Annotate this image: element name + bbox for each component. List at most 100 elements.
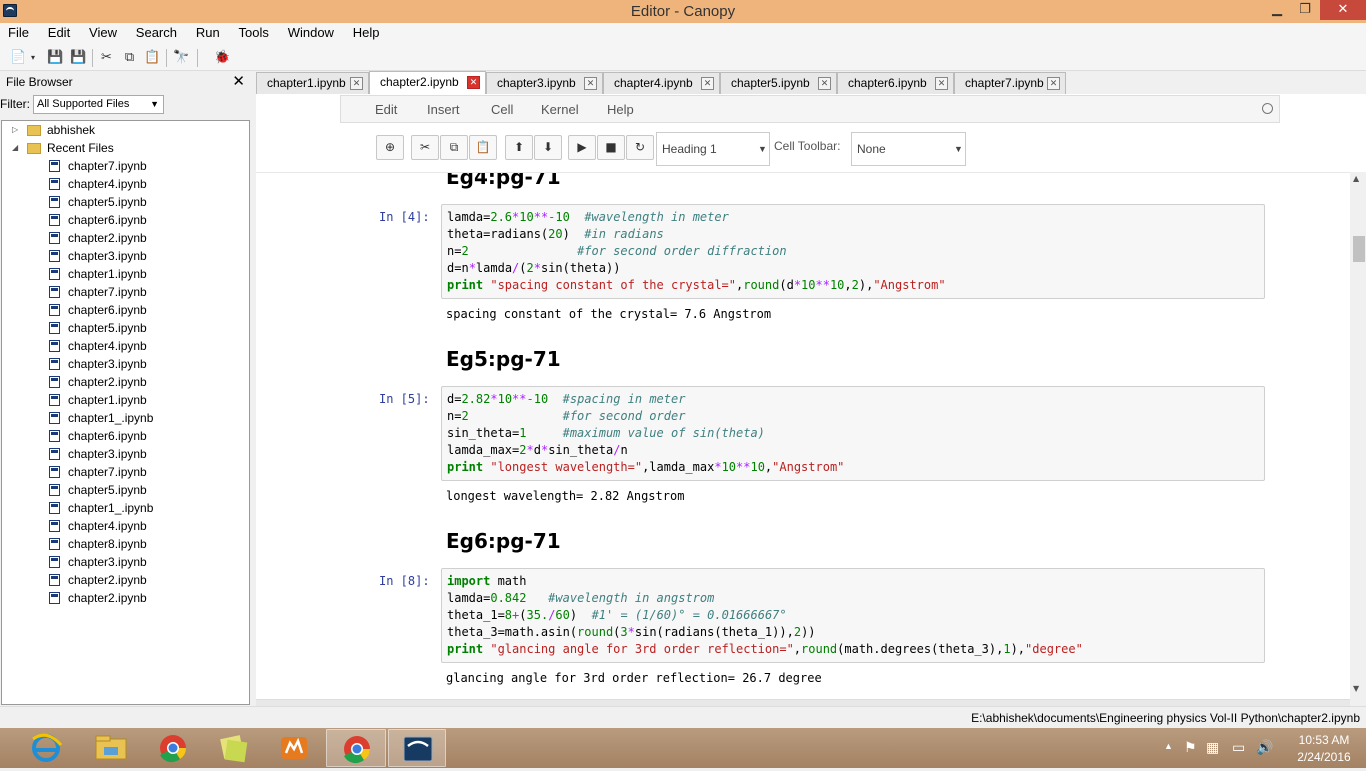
close-tab-icon[interactable]: ✕: [467, 76, 480, 89]
paste-icon[interactable]: 📋: [144, 49, 161, 66]
cell-toolbar-select[interactable]: None ▼: [851, 132, 966, 166]
collapsed-arrow-icon[interactable]: ▷: [12, 121, 18, 139]
nb-menu-edit[interactable]: Edit: [375, 102, 397, 117]
micromax-icon[interactable]: [265, 729, 323, 767]
tree-file[interactable]: chapter1.ipynb: [2, 265, 247, 283]
tree-file[interactable]: chapter1.ipynb: [2, 391, 247, 409]
tab-chapter7[interactable]: chapter7.ipynb ✕: [954, 72, 1066, 94]
filter-select[interactable]: All Supported Files ▼: [33, 95, 164, 114]
nb-menu-cell[interactable]: Cell: [491, 102, 513, 117]
tree-file[interactable]: chapter8.ipynb: [2, 535, 247, 553]
network-icon[interactable]: ▦: [1206, 739, 1219, 756]
tree-file[interactable]: chapter6.ipynb: [2, 301, 247, 319]
tree-file[interactable]: chapter4.ipynb: [2, 517, 247, 535]
move-down-icon[interactable]: ⬇: [534, 135, 562, 160]
vertical-scrollbar[interactable]: ▲ ▼: [1350, 172, 1366, 700]
tree-file[interactable]: chapter7.ipynb: [2, 283, 247, 301]
cut-cell-icon[interactable]: ✂: [411, 135, 439, 160]
tree-file[interactable]: chapter4.ipynb: [2, 337, 247, 355]
tree-file[interactable]: chapter3.ipynb: [2, 355, 247, 373]
menu-edit[interactable]: Edit: [41, 23, 77, 43]
nb-menu-kernel[interactable]: Kernel: [541, 102, 579, 117]
tree-file[interactable]: chapter4.ipynb: [2, 175, 247, 193]
tree-file[interactable]: chapter5.ipynb: [2, 481, 247, 499]
chrome-window-icon[interactable]: [326, 729, 386, 767]
tree-file[interactable]: chapter6.ipynb: [2, 211, 247, 229]
tab-chapter3[interactable]: chapter3.ipynb ✕: [486, 72, 603, 94]
file-browser-close-icon[interactable]: ✕: [232, 72, 245, 90]
scroll-up-icon[interactable]: ▲: [1353, 174, 1359, 183]
file-tree[interactable]: ▷ abhishek ◢ Recent Files chapter7.ipynb chap…: [1, 120, 250, 705]
menu-tools[interactable]: Tools: [232, 23, 276, 43]
debug-icon[interactable]: 🐞: [214, 49, 231, 66]
cell-type-select[interactable]: Heading 1 ▼: [656, 132, 770, 166]
code-cell[interactable]: import math lamda=0.842 #wavelength in an…: [441, 568, 1265, 663]
clock[interactable]: 10:53 AM 2/24/2016: [1284, 728, 1364, 768]
tree-file[interactable]: chapter3.ipynb: [2, 445, 247, 463]
menu-run[interactable]: Run: [189, 23, 227, 43]
close-tab-icon[interactable]: ✕: [701, 77, 714, 90]
close-tab-icon[interactable]: ✕: [584, 77, 597, 90]
add-cell-icon[interactable]: ⊕: [376, 135, 404, 160]
expanded-arrow-icon[interactable]: ◢: [12, 139, 18, 157]
find-icon[interactable]: 🔭: [173, 49, 190, 66]
sticky-notes-icon[interactable]: [204, 729, 262, 767]
cell-heading[interactable]: Eg4:pg-71: [446, 173, 561, 189]
notebook-content[interactable]: Eg4:pg-71 In [4]: lamda=2.6*10**-10 #wavel…: [256, 172, 1350, 700]
close-tab-icon[interactable]: ✕: [935, 77, 948, 90]
cell-heading[interactable]: Eg5:pg-71: [446, 347, 561, 371]
close-tab-icon[interactable]: ✕: [1047, 77, 1060, 90]
tree-folder[interactable]: ◢ Recent Files: [2, 139, 247, 157]
horizontal-scrollbar[interactable]: [256, 699, 1350, 706]
nb-menu-insert[interactable]: Insert: [427, 102, 460, 117]
tree-file[interactable]: chapter1_.ipynb: [2, 409, 247, 427]
tree-file[interactable]: chapter6.ipynb: [2, 427, 247, 445]
ie-icon[interactable]: [15, 729, 77, 767]
maximize-button[interactable]: ❐: [1291, 0, 1319, 20]
display-icon[interactable]: ▭: [1232, 739, 1245, 756]
tree-file[interactable]: chapter5.ipynb: [2, 193, 247, 211]
paste-cell-icon[interactable]: 📋: [469, 135, 497, 160]
copy-icon[interactable]: ⧉: [121, 49, 138, 66]
tree-file[interactable]: chapter3.ipynb: [2, 247, 247, 265]
save-icon[interactable]: 💾: [47, 49, 64, 66]
file-explorer-icon[interactable]: [80, 729, 142, 767]
tree-file[interactable]: chapter2.ipynb: [2, 373, 247, 391]
tree-file[interactable]: chapter2.ipynb: [2, 571, 247, 589]
tab-chapter2[interactable]: chapter2.ipynb ✕: [369, 71, 486, 95]
minimize-button[interactable]: ▁: [1263, 0, 1291, 20]
tab-chapter1[interactable]: chapter1.ipynb ✕: [256, 72, 369, 94]
tree-file[interactable]: chapter2.ipynb: [2, 229, 247, 247]
chrome-icon[interactable]: [142, 729, 204, 767]
canopy-taskbar-icon[interactable]: [388, 729, 446, 767]
save-all-icon[interactable]: 💾: [70, 49, 87, 66]
restart-kernel-icon[interactable]: ↻: [626, 135, 654, 160]
scroll-down-icon[interactable]: ▼: [1353, 684, 1359, 693]
tab-chapter4[interactable]: chapter4.ipynb ✕: [603, 72, 720, 94]
code-cell[interactable]: d=2.82*10**-10 #spacing in meter n=2 #for…: [441, 386, 1265, 481]
menu-file[interactable]: File: [1, 23, 36, 43]
copy-cell-icon[interactable]: ⧉: [440, 135, 468, 160]
close-window-button[interactable]: ✕: [1320, 0, 1366, 20]
nb-menu-help[interactable]: Help: [607, 102, 634, 117]
tree-file[interactable]: chapter3.ipynb: [2, 553, 247, 571]
tree-file[interactable]: chapter7.ipynb: [2, 463, 247, 481]
stop-kernel-icon[interactable]: ■: [597, 135, 625, 160]
cell-heading[interactable]: Eg6:pg-71: [446, 529, 561, 553]
close-tab-icon[interactable]: ✕: [818, 77, 831, 90]
tab-chapter5[interactable]: chapter5.ipynb ✕: [720, 72, 837, 94]
code-cell[interactable]: lamda=2.6*10**-10 #wavelength in meter th…: [441, 204, 1265, 299]
new-file-icon[interactable]: 📄: [10, 49, 27, 66]
tree-file[interactable]: chapter7.ipynb: [2, 157, 247, 175]
tab-chapter6[interactable]: chapter6.ipynb ✕: [837, 72, 954, 94]
close-tab-icon[interactable]: ✕: [350, 77, 363, 90]
action-center-icon[interactable]: ⚑: [1184, 739, 1197, 756]
move-up-icon[interactable]: ⬆: [505, 135, 533, 160]
cut-icon[interactable]: ✂: [98, 49, 115, 66]
menu-search[interactable]: Search: [129, 23, 184, 43]
volume-icon[interactable]: 🔊: [1256, 739, 1273, 756]
tree-folder[interactable]: ▷ abhishek: [2, 121, 247, 139]
show-hidden-icons-icon[interactable]: ▲: [1164, 741, 1173, 751]
menu-window[interactable]: Window: [281, 23, 341, 43]
menu-help[interactable]: Help: [346, 23, 387, 43]
